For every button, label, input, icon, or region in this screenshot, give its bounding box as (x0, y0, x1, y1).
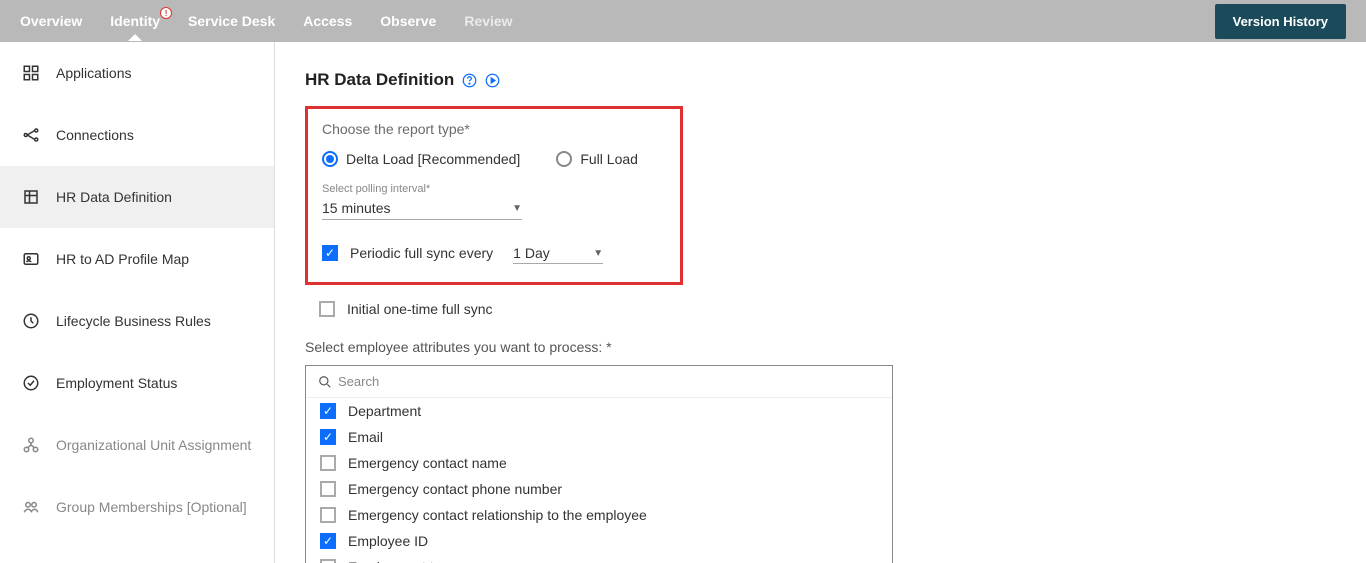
profile-map-icon (22, 250, 40, 268)
radio-label: Delta Load [Recommended] (346, 151, 520, 167)
attribute-checkbox[interactable] (320, 507, 336, 523)
status-icon (22, 374, 40, 392)
sidebar-item-profile-map[interactable]: HR to AD Profile Map (0, 228, 274, 290)
attributes-search-row (306, 366, 892, 398)
attribute-checkbox[interactable] (320, 481, 336, 497)
page-title: HR Data Definition (305, 70, 1336, 90)
attribute-item[interactable]: Email (306, 424, 892, 450)
search-icon (318, 375, 332, 389)
tab-review[interactable]: Review (464, 1, 512, 41)
attribute-item[interactable]: Employment type (306, 554, 892, 563)
caret-down-icon: ▼ (512, 203, 522, 214)
attribute-checkbox[interactable] (320, 559, 336, 563)
sidebar-item-group-memberships[interactable]: Group Memberships [Optional] (0, 476, 274, 538)
select-value: 1 Day (513, 245, 550, 261)
report-type-label: Choose the report type* (322, 121, 666, 137)
apps-icon (22, 64, 40, 82)
top-bar: Overview Identity ! Service Desk Access … (0, 0, 1366, 42)
main-content: HR Data Definition Choose the report typ… (275, 42, 1366, 563)
initial-sync-label: Initial one-time full sync (347, 301, 493, 317)
attribute-checkbox[interactable] (320, 533, 336, 549)
sidebar-item-connections[interactable]: Connections (0, 104, 274, 166)
radio-icon (322, 151, 338, 167)
polling-label: Select polling interval* (322, 183, 666, 195)
sidebar-item-applications[interactable]: Applications (0, 42, 274, 104)
attribute-item[interactable]: Emergency contact phone number (306, 476, 892, 502)
attribute-label: Employment type (348, 559, 456, 563)
attribute-checkbox[interactable] (320, 403, 336, 419)
attributes-search-input[interactable] (338, 374, 880, 389)
attributes-list[interactable]: Department Email Emergency contact name Eme… (306, 398, 892, 563)
sidebar-item-org-unit[interactable]: Organizational Unit Assignment (0, 414, 274, 476)
tab-service-desk[interactable]: Service Desk (188, 1, 275, 41)
tab-observe[interactable]: Observe (380, 1, 436, 41)
org-icon (22, 436, 40, 454)
radio-full-load[interactable]: Full Load (556, 151, 638, 167)
attribute-label: Email (348, 429, 383, 445)
attributes-section-label: Select employee attributes you want to p… (305, 339, 1336, 355)
sidebar-item-employment-status[interactable]: Employment Status (0, 352, 274, 414)
attributes-box: Department Email Emergency contact name Eme… (305, 365, 893, 563)
attribute-label: Department (348, 403, 421, 419)
caret-down-icon: ▼ (593, 248, 603, 259)
sidebar-item-label: Applications (56, 65, 132, 81)
attribute-checkbox[interactable] (320, 455, 336, 471)
data-icon (22, 188, 40, 206)
periodic-sync-label: Periodic full sync every (350, 245, 493, 261)
sidebar-item-label: Employment Status (56, 375, 177, 391)
attribute-checkbox[interactable] (320, 429, 336, 445)
connections-icon (22, 126, 40, 144)
lifecycle-icon (22, 312, 40, 330)
attribute-item[interactable]: Employee ID (306, 528, 892, 554)
periodic-sync-checkbox[interactable] (322, 245, 338, 261)
periodic-sync-select[interactable]: 1 Day ▼ (513, 242, 603, 264)
play-icon[interactable] (485, 73, 500, 88)
sidebar-item-label: Lifecycle Business Rules (56, 313, 211, 329)
sidebar-item-hr-data-definition[interactable]: HR Data Definition (0, 166, 274, 228)
help-icon[interactable] (462, 73, 477, 88)
attribute-item[interactable]: Emergency contact relationship to the em… (306, 502, 892, 528)
attribute-label: Emergency contact phone number (348, 481, 562, 497)
radio-icon (556, 151, 572, 167)
version-history-button[interactable]: Version History (1215, 4, 1346, 39)
tab-identity[interactable]: Identity ! (110, 1, 160, 41)
sidebar-item-lifecycle[interactable]: Lifecycle Business Rules (0, 290, 274, 352)
attribute-label: Emergency contact name (348, 455, 507, 471)
sidebar-item-label: HR to AD Profile Map (56, 251, 189, 267)
attribute-item[interactable]: Department (306, 398, 892, 424)
attribute-label: Emergency contact relationship to the em… (348, 507, 647, 523)
radio-delta-load[interactable]: Delta Load [Recommended] (322, 151, 520, 167)
sidebar-item-label: Group Memberships [Optional] (56, 499, 247, 515)
radio-label: Full Load (580, 151, 638, 167)
initial-sync-checkbox[interactable] (319, 301, 335, 317)
attribute-item[interactable]: Emergency contact name (306, 450, 892, 476)
attribute-label: Employee ID (348, 533, 428, 549)
sidebar-item-label: Connections (56, 127, 134, 143)
tab-access[interactable]: Access (303, 1, 352, 41)
top-tabs: Overview Identity ! Service Desk Access … (20, 1, 513, 41)
alert-badge-icon: ! (160, 7, 172, 19)
polling-interval-select[interactable]: 15 minutes ▼ (322, 197, 522, 220)
sidebar-item-label: HR Data Definition (56, 189, 172, 205)
groups-icon (22, 498, 40, 516)
sidebar: Applications Connections HR Data Definit… (0, 42, 275, 563)
tab-overview[interactable]: Overview (20, 1, 82, 41)
highlighted-section: Choose the report type* Delta Load [Reco… (305, 106, 683, 285)
select-value: 15 minutes (322, 200, 390, 216)
sidebar-item-label: Organizational Unit Assignment (56, 437, 251, 453)
